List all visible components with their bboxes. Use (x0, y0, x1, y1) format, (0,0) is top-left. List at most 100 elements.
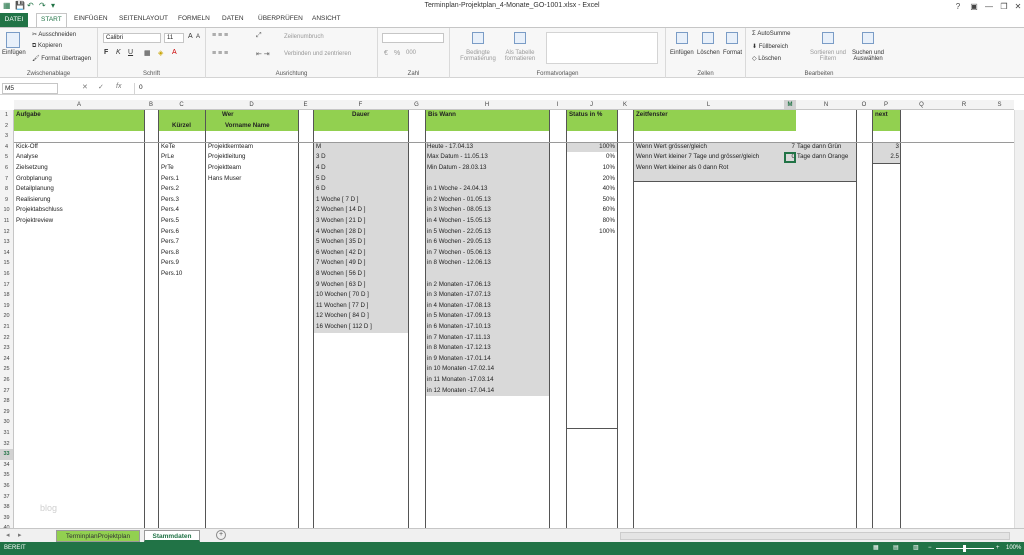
active-cell[interactable] (784, 152, 796, 163)
indent-icon[interactable]: ⇤ ⇥ (256, 50, 270, 58)
copy-button[interactable]: ⧉ Kopieren (32, 43, 62, 50)
tab-daten[interactable]: DATEN (222, 15, 244, 22)
row-header[interactable]: 31 (0, 428, 14, 439)
merge-center-button[interactable]: Verbinden und zentrieren (284, 51, 351, 57)
column-header[interactable]: K (617, 100, 633, 110)
row-header[interactable]: 23 (0, 343, 14, 354)
vertical-scrollbar[interactable] (1014, 110, 1024, 528)
row-header[interactable]: 38 (0, 502, 14, 513)
column-header[interactable]: P (872, 100, 900, 110)
percent-button[interactable]: % (394, 50, 400, 57)
row-header[interactable]: 20 (0, 311, 14, 322)
wrap-text-button[interactable]: Zeilenumbruch (284, 34, 324, 40)
number-format-combo[interactable] (382, 33, 444, 43)
row-header[interactable]: 24 (0, 353, 14, 365)
column-header[interactable]: F (313, 100, 408, 110)
row-header[interactable]: 2 (0, 120, 14, 132)
row-header[interactable]: 10 (0, 205, 14, 216)
row-header[interactable]: 6 (0, 163, 14, 174)
cut-button[interactable]: ✂ Ausschneiden (32, 31, 76, 38)
name-box[interactable]: M5 (2, 83, 58, 94)
column-header[interactable]: A (14, 100, 144, 110)
row-header[interactable]: 4 (0, 141, 14, 153)
row-header[interactable]: 28 (0, 396, 14, 407)
prev-sheet-icon[interactable]: ◂ (6, 531, 10, 539)
row-header[interactable]: 33 (0, 449, 14, 460)
row-header[interactable]: 27 (0, 385, 14, 397)
orientation-icon[interactable]: ⤢ (256, 32, 262, 40)
column-header[interactable]: G (408, 100, 425, 110)
minimize-button[interactable]: — (981, 0, 997, 13)
grow-font-button[interactable]: A (188, 33, 193, 40)
row-header[interactable]: 5 (0, 152, 14, 163)
find-select-button[interactable]: Suchen und Auswählen (848, 50, 888, 62)
conditional-format-button[interactable]: Bedingte Formatierung (458, 50, 498, 62)
insert-function-button[interactable]: fx (116, 83, 121, 90)
row-header[interactable]: 36 (0, 481, 14, 492)
row-header[interactable]: 18 (0, 290, 14, 301)
column-header[interactable]: Q (900, 100, 943, 110)
insert-cells-button[interactable]: Einfügen (670, 50, 694, 56)
shrink-font-button[interactable]: A (196, 34, 200, 40)
paste-button[interactable]: Einfügen (2, 50, 26, 56)
zoom-in-button[interactable]: + (996, 542, 1000, 555)
clear-button[interactable]: ◇ Löschen (752, 55, 781, 62)
enter-formula-button[interactable]: ✓ (98, 83, 104, 91)
row-header[interactable]: 3 (0, 131, 14, 142)
column-header[interactable]: I (549, 100, 566, 110)
column-header[interactable]: D (205, 100, 298, 110)
row-header[interactable]: 16 (0, 269, 14, 280)
row-header[interactable]: 34 (0, 459, 14, 471)
autosum-button[interactable]: Σ AutoSumme (752, 31, 790, 37)
column-header[interactable]: L (633, 100, 784, 110)
column-header[interactable]: N (796, 100, 856, 110)
format-cells-button[interactable]: Format (723, 50, 742, 56)
row-header[interactable]: 7 (0, 173, 14, 185)
tab-ansicht[interactable]: ANSICHT (312, 15, 341, 22)
next-sheet-icon[interactable]: ▸ (18, 531, 22, 539)
tab-start[interactable]: START (36, 13, 67, 27)
italic-button[interactable]: K (116, 49, 121, 56)
zoom-out-button[interactable]: − (928, 542, 932, 555)
column-header[interactable]: M (784, 100, 796, 110)
tab-seitenlayout[interactable]: SEITENLAYOUT (119, 15, 168, 22)
thousands-button[interactable]: 000 (406, 50, 416, 56)
zoom-slider-thumb[interactable] (963, 545, 966, 552)
row-header[interactable]: 15 (0, 258, 14, 269)
cell-styles-gallery[interactable] (546, 32, 658, 64)
row-header[interactable]: 21 (0, 322, 14, 333)
fill-color-icon[interactable]: ◈ (158, 49, 163, 57)
font-color-icon[interactable]: A (172, 49, 177, 56)
worksheet-grid[interactable]: 1 2 3 4 5 6 7 8 9 10 11 12 13 14 15 16 17 18 19 20 21 22 23 24 2… (0, 100, 1014, 528)
row-header[interactable]: 30 (0, 417, 14, 428)
column-header[interactable]: S (985, 100, 1014, 110)
currency-icon[interactable]: € (384, 50, 388, 57)
ribbon-display-button[interactable]: ▣ (966, 0, 982, 13)
row-header[interactable]: 13 (0, 237, 14, 248)
tab-formeln[interactable]: FORMELN (178, 15, 210, 22)
column-header[interactable]: R (943, 100, 985, 110)
align-left-icon[interactable]: ≡ ≡ ≡ (212, 50, 228, 57)
tab-datei[interactable]: DATEI (0, 13, 28, 27)
row-header[interactable]: 35 (0, 470, 14, 481)
normal-view-icon[interactable]: ▦ (873, 542, 879, 555)
row-header[interactable]: 32 (0, 438, 14, 450)
formula-input[interactable]: 0 (134, 83, 1020, 94)
font-name-combo[interactable]: Calibri (103, 33, 161, 43)
column-header[interactable]: O (856, 100, 872, 110)
row-header[interactable]: 26 (0, 375, 14, 386)
format-as-table-button[interactable]: Als Tabelle formatieren (500, 50, 540, 62)
format-painter-button[interactable]: 🖌 Format übertragen (32, 55, 91, 62)
sort-filter-button[interactable]: Sortieren und Filtern (808, 50, 848, 62)
zoom-level[interactable]: 100% (1006, 542, 1021, 555)
row-header[interactable]: 37 (0, 491, 14, 503)
fill-button[interactable]: ⬇ Füllbereich (752, 43, 788, 50)
row-header[interactable]: 39 (0, 512, 14, 524)
row-header[interactable]: 19 (0, 300, 14, 312)
border-icon[interactable]: ▦ (144, 49, 151, 57)
tab-terminplan-projektplan[interactable]: TerminplanProjektplan (56, 530, 140, 542)
row-header[interactable]: 25 (0, 364, 14, 375)
row-header[interactable]: 22 (0, 332, 14, 344)
column-header[interactable]: E (298, 100, 313, 110)
page-layout-view-icon[interactable]: ▤ (893, 542, 899, 555)
